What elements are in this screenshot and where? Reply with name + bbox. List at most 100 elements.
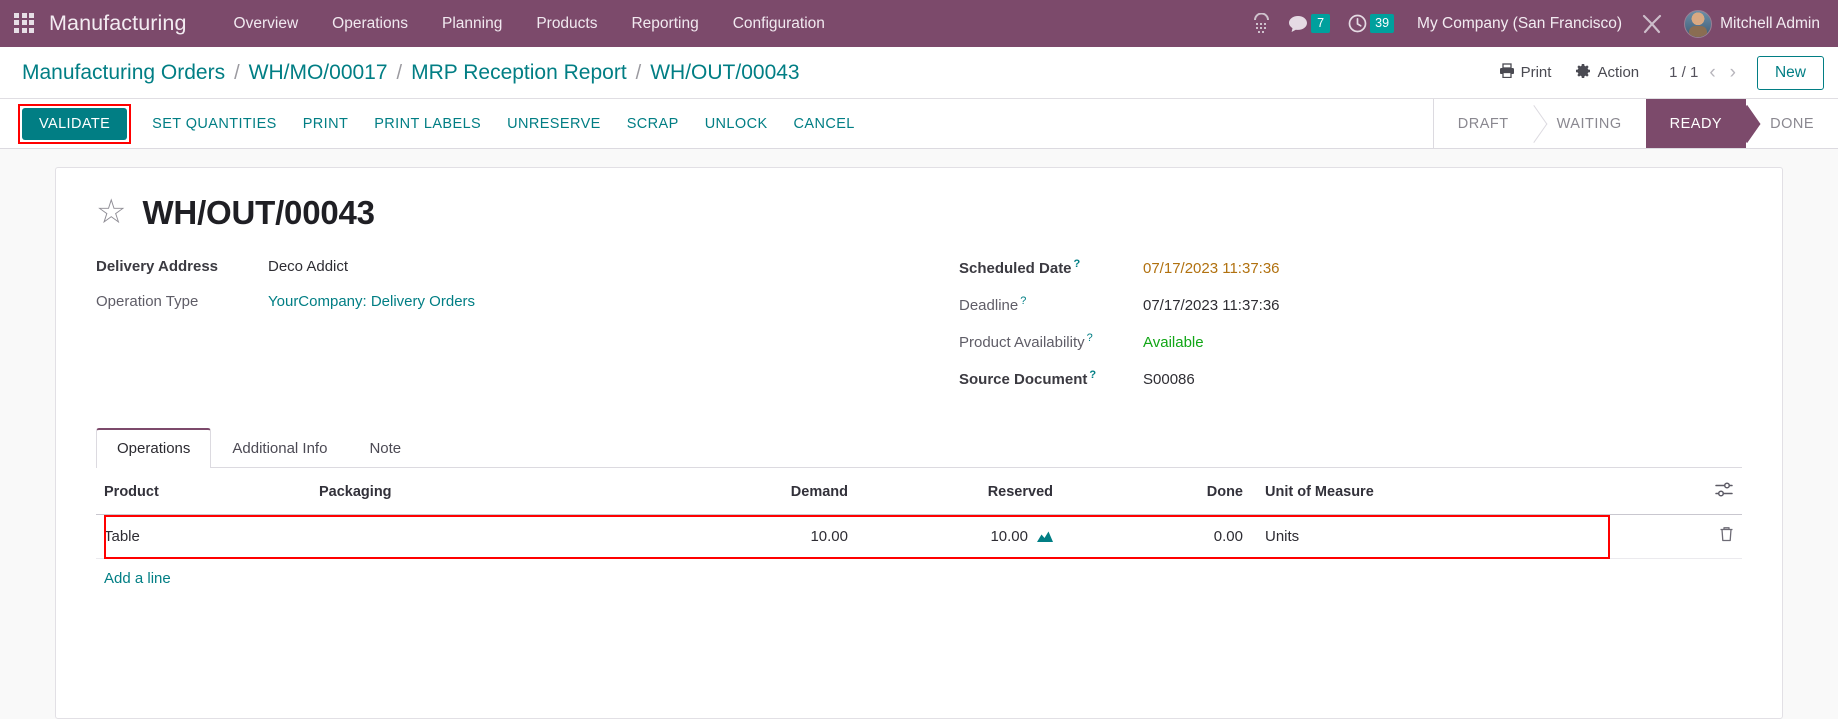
print-labels-button[interactable]: PRINT LABELS — [361, 108, 494, 140]
validate-button[interactable]: VALIDATE — [22, 107, 128, 140]
star-icon[interactable]: ☆ — [96, 195, 126, 229]
breadcrumb-item-mo[interactable]: WH/MO/00017 — [249, 61, 388, 85]
field-value-scheduled-date[interactable]: 07/17/2023 11:37:36 — [1143, 260, 1280, 277]
state-ready[interactable]: READY — [1645, 99, 1747, 148]
action-button[interactable]: Action — [1563, 57, 1651, 89]
menu-planning[interactable]: Planning — [425, 9, 519, 39]
lines-table: Product Packaging Demand Reserved Done U… — [96, 472, 1742, 559]
tab-operations[interactable]: Operations — [96, 428, 212, 468]
cell-product[interactable]: Table — [96, 514, 311, 559]
pager-next-icon[interactable]: › — [1723, 63, 1743, 82]
breadcrumb-separator: / — [635, 61, 642, 84]
field-value-delivery-address[interactable]: Deco Addict — [268, 258, 348, 275]
breadcrumb-item-current: WH/OUT/00043 — [650, 60, 800, 84]
optional-columns-toggle[interactable] — [1690, 472, 1742, 515]
chat-bubble-icon — [1289, 15, 1308, 32]
state-done[interactable]: DONE — [1746, 99, 1838, 148]
cell-reserved[interactable]: 10.00 — [856, 514, 1061, 559]
state-waiting[interactable]: WAITING — [1532, 99, 1646, 148]
field-value-product-availability: Available — [1143, 334, 1204, 351]
company-switcher[interactable]: My Company (San Francisco) — [1403, 15, 1632, 33]
column-header-unit-of-measure[interactable]: Unit of Measure — [1251, 472, 1690, 515]
avatar[interactable] — [1684, 9, 1713, 38]
trash-icon[interactable] — [1719, 527, 1734, 546]
pager-previous-icon[interactable]: ‹ — [1702, 63, 1722, 82]
tab-note[interactable]: Note — [348, 428, 422, 468]
column-header-done[interactable]: Done — [1061, 472, 1251, 515]
column-header-packaging[interactable]: Packaging — [311, 472, 681, 515]
form-background: ☆ WH/OUT/00043 Delivery Address Deco Add… — [0, 149, 1838, 719]
messages-badge: 7 — [1311, 13, 1331, 34]
form-column-left: Delivery Address Deco Addict Operation T… — [96, 258, 919, 406]
help-icon[interactable]: ? — [1087, 332, 1093, 344]
form-fields: Delivery Address Deco Addict Operation T… — [96, 258, 1742, 406]
barcode-icon[interactable] — [1244, 13, 1279, 34]
help-icon[interactable]: ? — [1020, 295, 1026, 307]
breadcrumb-item-mrp-reception-report[interactable]: MRP Reception Report — [411, 61, 627, 85]
field-label-source-document: Source Document? — [959, 369, 1097, 388]
wrench-icon[interactable] — [1632, 13, 1672, 35]
field-product-availability: Product Availability? Available — [959, 332, 1742, 351]
column-header-demand[interactable]: Demand — [681, 472, 856, 515]
tab-additional-info[interactable]: Additional Info — [211, 428, 348, 468]
field-operation-type: Operation Type YourCompany: Delivery Ord… — [96, 293, 919, 310]
cell-unit-of-measure[interactable]: Units — [1251, 514, 1690, 559]
unlock-button[interactable]: UNLOCK — [692, 108, 781, 140]
cell-packaging[interactable] — [311, 514, 681, 559]
user-menu[interactable]: Mitchell Admin — [1720, 15, 1824, 33]
forecast-chart-icon[interactable] — [1037, 529, 1053, 542]
table-header-row: Product Packaging Demand Reserved Done U… — [96, 472, 1742, 515]
control-panel: Manufacturing Orders / WH/MO/00017 / MRP… — [0, 47, 1838, 99]
state-draft[interactable]: DRAFT — [1433, 99, 1533, 148]
navbar-right-tools: 7 39 My Company (San Francisco) Mitchell… — [1244, 9, 1824, 38]
set-quantities-button[interactable]: SET QUANTITIES — [139, 108, 290, 140]
add-a-line-button[interactable]: Add a line — [96, 559, 179, 598]
field-label-product-availability: Product Availability? — [959, 332, 1093, 351]
clock-icon — [1348, 14, 1367, 33]
messages-counter[interactable]: 7 — [1279, 13, 1339, 34]
form-sheet: ☆ WH/OUT/00043 Delivery Address Deco Add… — [55, 167, 1783, 719]
cell-delete[interactable] — [1690, 514, 1742, 559]
field-value-source-document[interactable]: S00086 — [1143, 371, 1195, 388]
record-title-row: ☆ WH/OUT/00043 — [96, 194, 1742, 232]
column-header-reserved[interactable]: Reserved — [856, 472, 1061, 515]
help-icon[interactable]: ? — [1074, 258, 1081, 270]
field-label-operation-type: Operation Type — [96, 293, 199, 310]
lines-table-head: Product Packaging Demand Reserved Done U… — [96, 472, 1742, 515]
top-navbar: Manufacturing Overview Operations Planni… — [0, 0, 1838, 47]
apps-grid-icon[interactable] — [14, 12, 36, 35]
print-button-statusbar[interactable]: PRINT — [290, 108, 362, 140]
table-row[interactable]: Table 10.00 10.00 0.00 Units — [96, 514, 1742, 559]
cancel-button[interactable]: CANCEL — [781, 108, 868, 140]
form-column-right: Scheduled Date? 07/17/2023 11:37:36 Dead… — [919, 258, 1742, 406]
pager-value[interactable]: 1 / 1 — [1651, 64, 1702, 81]
print-label: Print — [1520, 64, 1552, 81]
field-value-deadline[interactable]: 07/17/2023 11:37:36 — [1143, 297, 1280, 314]
menu-operations[interactable]: Operations — [315, 9, 425, 39]
state-pipeline: DRAFT WAITING READY DONE — [1432, 99, 1838, 148]
breadcrumb: Manufacturing Orders / WH/MO/00017 / MRP… — [22, 61, 800, 85]
unreserve-button[interactable]: UNRESERVE — [494, 108, 614, 140]
notebook-tabs: Operations Additional Info Note — [96, 428, 1742, 468]
field-value-operation-type[interactable]: YourCompany: Delivery Orders — [268, 293, 475, 310]
new-button[interactable]: New — [1756, 55, 1824, 90]
menu-overview[interactable]: Overview — [217, 9, 316, 39]
field-deadline: Deadline? 07/17/2023 11:37:36 — [959, 295, 1742, 314]
field-label-deadline: Deadline? — [959, 295, 1027, 314]
menu-configuration[interactable]: Configuration — [716, 9, 842, 39]
lines-table-body: Table 10.00 10.00 0.00 Units — [96, 514, 1742, 559]
menu-reporting[interactable]: Reporting — [614, 9, 715, 39]
print-button[interactable]: Print — [1487, 57, 1564, 88]
app-brand-manufacturing[interactable]: Manufacturing — [49, 11, 187, 36]
cell-done[interactable]: 0.00 — [1061, 514, 1251, 559]
breadcrumb-item-manufacturing-orders[interactable]: Manufacturing Orders — [22, 61, 225, 85]
scrap-button[interactable]: SCRAP — [614, 108, 692, 140]
cell-demand[interactable]: 10.00 — [681, 514, 856, 559]
activities-counter[interactable]: 39 — [1339, 13, 1403, 34]
menu-products[interactable]: Products — [519, 9, 614, 39]
help-icon[interactable]: ? — [1089, 369, 1096, 381]
breadcrumb-separator: / — [396, 61, 403, 84]
column-settings-icon[interactable] — [1715, 482, 1734, 501]
column-header-product[interactable]: Product — [96, 472, 311, 515]
activities-badge: 39 — [1370, 13, 1395, 34]
